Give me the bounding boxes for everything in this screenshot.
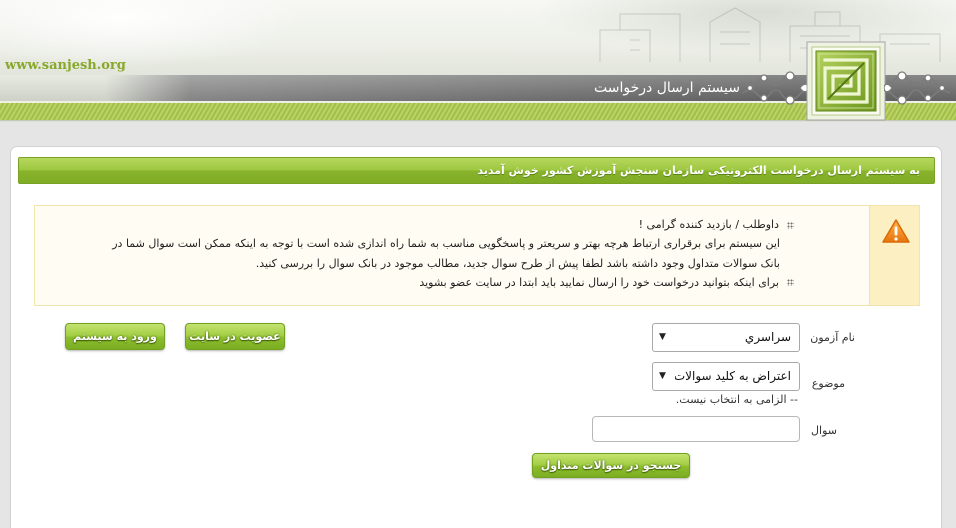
notice-item-line: بانک سوالات متداول وجود داشته باشد لطفا … [255,256,780,270]
notice-list: داوطلب / بازدید کننده گرامی ! این سیستم … [40,215,794,292]
subject-optional-hint: -- الزامی به انتخاب نیست. [675,393,798,406]
ornament-left-icon [742,71,808,105]
notice-icon-cell [869,206,919,305]
dropdown-arrow-icon: ▼ [659,371,666,381]
search-faq-button[interactable]: جستجو در سوالات متداول [532,453,690,478]
exam-select-value: سراسري [744,330,791,344]
system-title: سیستم ارسال درخواست [594,80,740,96]
question-input[interactable] [592,416,800,442]
welcome-bar: به سیستم ارسال درخواست الکترونیکی سازمان… [18,157,935,184]
notice-item: داوطلب / بازدید کننده گرامی ! [40,215,794,234]
site-url-text: www.sanjesh.org [5,58,126,73]
warning-icon [882,219,910,243]
exam-label: نام آزمون [810,331,855,344]
notice-item-line: این سیستم برای برقراری ارتباط هرچه بهتر … [112,237,780,251]
header-background-art [599,7,941,62]
list-bullet-icon [787,279,794,287]
register-button[interactable]: عضویت در سایت [185,323,285,350]
subject-select[interactable]: اعتراض به كليد سوالات ▼ [652,362,800,391]
ornament-right-icon [884,71,950,105]
sanjesh-logo-icon [806,41,886,121]
notice-item-title: برای اینکه بتوانید درخواست خود را ارسال … [419,275,779,289]
subject-label: موضوع [811,377,845,390]
list-bullet-icon [787,221,794,229]
notice-box: داوطلب / بازدید کننده گرامی ! این سیستم … [34,205,920,306]
notice-item: برای اینکه بتوانید درخواست خود را ارسال … [40,273,794,292]
exam-select[interactable]: سراسري ▼ [652,323,800,352]
login-button[interactable]: ورود به سیستم [65,323,165,350]
dropdown-arrow-icon: ▼ [659,332,666,342]
subject-select-value: اعتراض به كليد سوالات [675,369,791,383]
question-label: سوال [811,424,837,437]
notice-item-title: داوطلب / بازدید کننده گرامی ! [638,218,779,231]
